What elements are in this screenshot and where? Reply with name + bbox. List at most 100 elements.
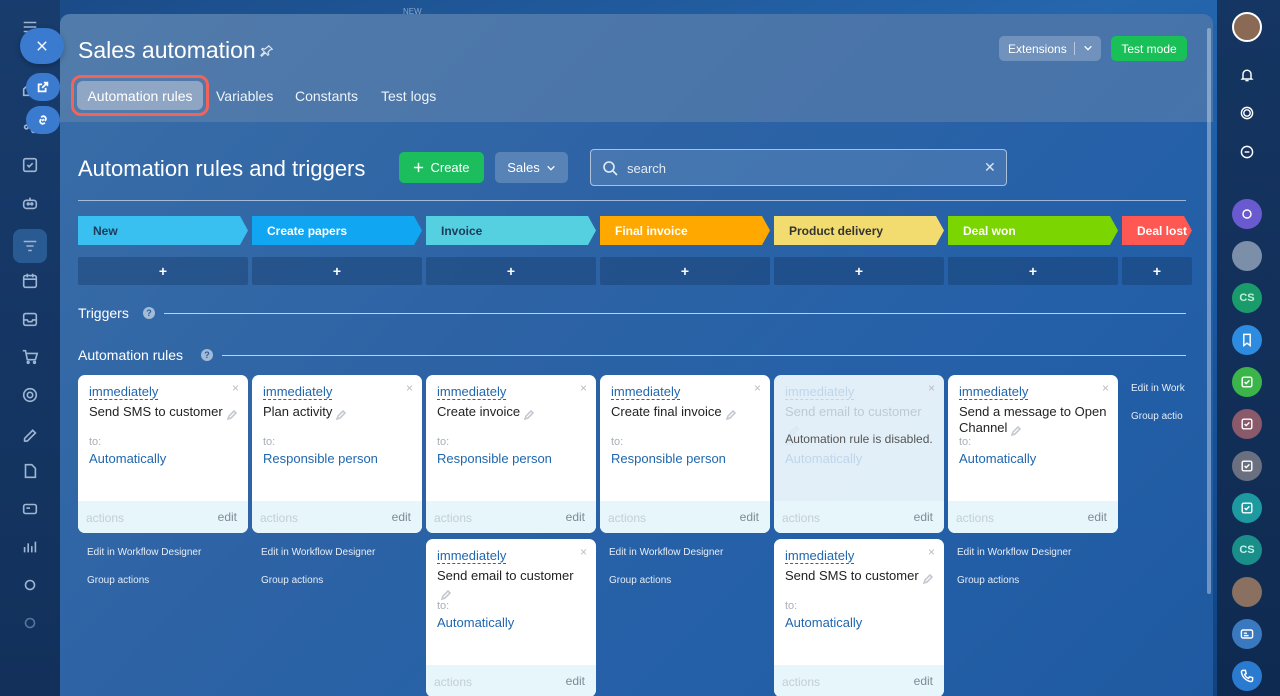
actions-link[interactable]: actions — [434, 675, 472, 689]
task-check-icon-2[interactable] — [1232, 409, 1262, 439]
delete-rule-icon[interactable]: × — [580, 545, 587, 559]
edit-name-icon[interactable] — [1011, 424, 1022, 436]
edit-rule-link[interactable]: edit — [566, 674, 585, 688]
actions-link[interactable]: actions — [782, 511, 820, 525]
pin-icon[interactable] — [260, 44, 274, 58]
actions-link[interactable]: actions — [434, 511, 472, 525]
delete-rule-icon[interactable]: × — [1102, 381, 1109, 395]
help-icon[interactable]: ? — [201, 349, 213, 361]
rule-target-link[interactable]: Automatically — [785, 615, 862, 630]
edit-in-workflow-designer-link[interactable]: Edit in Work — [1131, 383, 1185, 394]
stage-4[interactable]: Product delivery — [774, 216, 944, 245]
robot-icon[interactable] — [19, 192, 41, 214]
contact-cs-1[interactable]: CS — [1232, 283, 1262, 313]
add-trigger-button[interactable]: + — [1122, 257, 1192, 285]
edit-rule-link[interactable]: edit — [1088, 510, 1107, 524]
edit-name-icon[interactable] — [336, 408, 347, 420]
rule-target-link[interactable]: Automatically — [89, 451, 166, 466]
delete-rule-icon[interactable]: × — [754, 381, 761, 395]
rule-delay-link[interactable]: immediately — [263, 384, 333, 400]
stage-0[interactable]: New — [78, 216, 248, 245]
rule-card[interactable]: immediately × Plan activity to: Responsible … — [252, 375, 422, 533]
copy-link-button[interactable] — [26, 106, 60, 134]
chat-icon[interactable] — [1232, 137, 1262, 167]
create-button[interactable]: Create — [399, 152, 484, 183]
edit-in-workflow-designer-link[interactable]: Edit in Workflow Designer — [261, 547, 375, 558]
pipeline-select[interactable]: Sales — [495, 152, 568, 183]
notifications-icon[interactable] — [1232, 60, 1262, 90]
tab-test-logs[interactable]: Test logs — [381, 88, 436, 104]
stage-5[interactable]: Deal won — [948, 216, 1118, 245]
delete-rule-icon[interactable]: × — [580, 381, 587, 395]
rule-card[interactable]: immediately × Send SMS to customer to: Autom… — [78, 375, 248, 533]
open-new-window-button[interactable] — [26, 73, 60, 101]
actions-link[interactable]: actions — [956, 511, 994, 525]
edit-rule-link[interactable]: edit — [740, 510, 759, 524]
tab-variables[interactable]: Variables — [216, 88, 273, 104]
user-avatar[interactable] — [1232, 12, 1262, 42]
task-check-icon-4[interactable] — [1232, 493, 1262, 523]
search-input[interactable] — [627, 159, 967, 177]
group-actions-link[interactable]: Group actions — [261, 575, 323, 586]
edit-in-workflow-designer-link[interactable]: Edit in Workflow Designer — [87, 547, 201, 558]
stage-3[interactable]: Final invoice — [600, 216, 770, 245]
edit-rule-link[interactable]: edit — [914, 674, 933, 688]
rule-card[interactable]: immediately × Send SMS to customer to: Autom… — [774, 539, 944, 696]
help-icon[interactable]: ? — [143, 307, 155, 319]
delete-rule-icon[interactable]: × — [232, 381, 239, 395]
settings-icon[interactable] — [19, 574, 41, 596]
tab-constants[interactable]: Constants — [295, 88, 358, 104]
more-icon[interactable] — [19, 612, 41, 634]
rule-delay-link[interactable]: immediately — [437, 548, 507, 564]
edit-rule-link[interactable]: edit — [914, 510, 933, 524]
rule-card[interactable]: immediately × Create invoice to: Responsible… — [426, 375, 596, 533]
sign-icon[interactable] — [19, 422, 41, 444]
rule-delay-link[interactable]: immediately — [959, 384, 1029, 400]
rule-target-link[interactable]: Automatically — [437, 615, 514, 630]
task-check-icon-3[interactable] — [1232, 451, 1262, 481]
edit-name-icon[interactable] — [440, 588, 452, 600]
rule-target-link[interactable]: Automatically — [785, 451, 862, 466]
rule-target-link[interactable]: Responsible person — [611, 451, 726, 466]
add-trigger-button[interactable]: + — [600, 257, 770, 285]
analytics-icon[interactable] — [19, 536, 41, 558]
rule-target-link[interactable]: Responsible person — [263, 451, 378, 466]
actions-link[interactable]: actions — [782, 675, 820, 689]
card-icon[interactable] — [19, 498, 41, 520]
add-trigger-button[interactable]: + — [78, 257, 248, 285]
tab-automation-rules[interactable]: Automation rules — [77, 81, 203, 110]
test-mode-button[interactable]: Test mode — [1111, 36, 1187, 61]
bookmark-icon[interactable] — [1232, 325, 1262, 355]
group-actions-link[interactable]: Group actio — [1131, 411, 1183, 422]
rule-card[interactable]: immediately × Send email to customer to: Aut… — [774, 375, 944, 533]
calendar-icon[interactable] — [19, 270, 41, 292]
cart-icon[interactable] — [19, 346, 41, 368]
actions-link[interactable]: actions — [608, 511, 646, 525]
rule-card[interactable]: immediately × Send email to customer to: Aut… — [426, 539, 596, 696]
crm-filter-icon[interactable] — [13, 229, 47, 263]
stage-2[interactable]: Invoice — [426, 216, 596, 245]
document-icon[interactable] — [19, 460, 41, 482]
actions-link[interactable]: actions — [260, 511, 298, 525]
target-icon[interactable] — [19, 384, 41, 406]
task-check-icon-1[interactable] — [1232, 367, 1262, 397]
edit-name-icon[interactable] — [523, 408, 535, 420]
stage-6[interactable]: Deal lost — [1122, 216, 1192, 245]
rule-delay-link[interactable]: immediately — [611, 384, 681, 400]
stage-1[interactable]: Create papers — [252, 216, 422, 245]
edit-rule-link[interactable]: edit — [566, 510, 585, 524]
contact-avatar-2[interactable] — [1232, 577, 1262, 607]
edit-rule-link[interactable]: edit — [218, 510, 237, 524]
rule-target-link[interactable]: Responsible person — [437, 451, 552, 466]
group-actions-link[interactable]: Group actions — [87, 575, 149, 586]
rule-delay-link[interactable]: immediately — [785, 384, 855, 400]
copilot-icon[interactable] — [1232, 199, 1262, 229]
add-trigger-button[interactable]: + — [252, 257, 422, 285]
group-actions-link[interactable]: Group actions — [609, 575, 671, 586]
edit-in-workflow-designer-link[interactable]: Edit in Workflow Designer — [957, 547, 1071, 558]
edit-in-workflow-designer-link[interactable]: Edit in Workflow Designer — [609, 547, 723, 558]
delete-rule-icon[interactable]: × — [928, 545, 935, 559]
rule-target-link[interactable]: Automatically — [959, 451, 1036, 466]
add-trigger-button[interactable]: + — [774, 257, 944, 285]
edit-rule-link[interactable]: edit — [392, 510, 411, 524]
